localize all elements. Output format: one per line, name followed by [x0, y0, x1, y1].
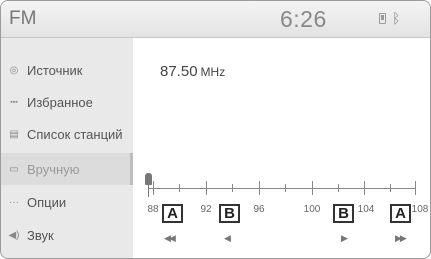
manual-icon: ▭ — [9, 163, 19, 175]
frequency-value: 87.50 — [160, 63, 198, 80]
scale-tick — [390, 184, 391, 192]
main-panel: 87.50 MHz — [133, 38, 430, 258]
tuning-scale[interactable] — [148, 188, 416, 189]
station-list-icon: ▤ — [9, 128, 19, 140]
source-icon: ◎ — [9, 64, 19, 76]
scale-tick — [285, 184, 286, 192]
seek-back-button[interactable]: ◀ — [224, 233, 231, 244]
seek-fast-back-button[interactable]: ◀◀ — [164, 233, 176, 244]
scale-tick — [206, 181, 207, 195]
sidebar-item-manual[interactable]: ▭ Вручную — [1, 153, 133, 185]
sidebar-item-sound[interactable]: ◀) Звук — [1, 219, 133, 251]
clock: 6:26 — [280, 6, 327, 32]
scale-tick — [338, 184, 339, 192]
sidebar-menu: ◎ Источник ▪▪▪ Избранное ▤ Список станци… — [1, 38, 133, 258]
sidebar-item-favorites[interactable]: ▪▪▪ Избранное — [1, 86, 133, 118]
sidebar-item-label: Источник — [27, 62, 83, 78]
scale-label-92: 92 — [200, 204, 212, 215]
frequency-readout: 87.50 MHz — [160, 63, 225, 80]
screen-title: FM — [9, 8, 37, 29]
radio-screen: FM 6:26 ᛒ ◎ Источник ▪▪▪ Избранное ▤ Спи… — [0, 0, 431, 259]
seek-forward-button[interactable]: ▶ — [341, 233, 348, 244]
scale-label-88: 88 — [147, 204, 159, 215]
scale-tick — [312, 181, 313, 195]
scale-label-104: 104 — [357, 204, 375, 215]
callout-a-left: A — [162, 204, 183, 223]
sidebar-item-label: Вручную — [27, 161, 80, 177]
bluetooth-icon: ᛒ — [392, 10, 401, 26]
callout-a-right: A — [390, 204, 411, 223]
phone-battery-icon — [379, 13, 386, 24]
scale-label-96: 96 — [253, 204, 265, 215]
header-bar: FM 6:26 ᛒ — [1, 1, 430, 38]
scale-tick — [179, 184, 180, 192]
scale-tick — [415, 181, 416, 195]
scale-tick — [259, 181, 260, 195]
seek-fast-forward-button[interactable]: ▶▶ — [395, 233, 407, 244]
scale-tick — [153, 181, 154, 195]
sidebar-item-station-list[interactable]: ▤ Список станций — [1, 118, 133, 150]
speaker-icon: ◀) — [8, 229, 20, 241]
scale-tick — [364, 181, 365, 195]
sidebar-item-label: Звук — [27, 227, 54, 243]
sidebar-item-label: Опции — [27, 194, 67, 210]
callout-b-left: B — [219, 204, 240, 223]
sidebar-item-options[interactable]: ··· Опции — [1, 186, 133, 218]
sidebar-item-source[interactable]: ◎ Источник — [1, 54, 133, 86]
scale-label-108: 108 — [411, 204, 429, 215]
callout-b-right: B — [333, 204, 354, 223]
sidebar-item-label: Список станций — [27, 126, 123, 142]
frequency-unit: MHz — [200, 65, 226, 79]
sidebar-item-label: Избранное — [27, 94, 93, 110]
options-icon: ··· — [9, 196, 19, 208]
scale-tick — [232, 184, 233, 192]
scale-label-100: 100 — [303, 204, 321, 215]
favorites-icon: ▪▪▪ — [10, 98, 18, 106]
tuning-needle-stem — [148, 183, 149, 197]
